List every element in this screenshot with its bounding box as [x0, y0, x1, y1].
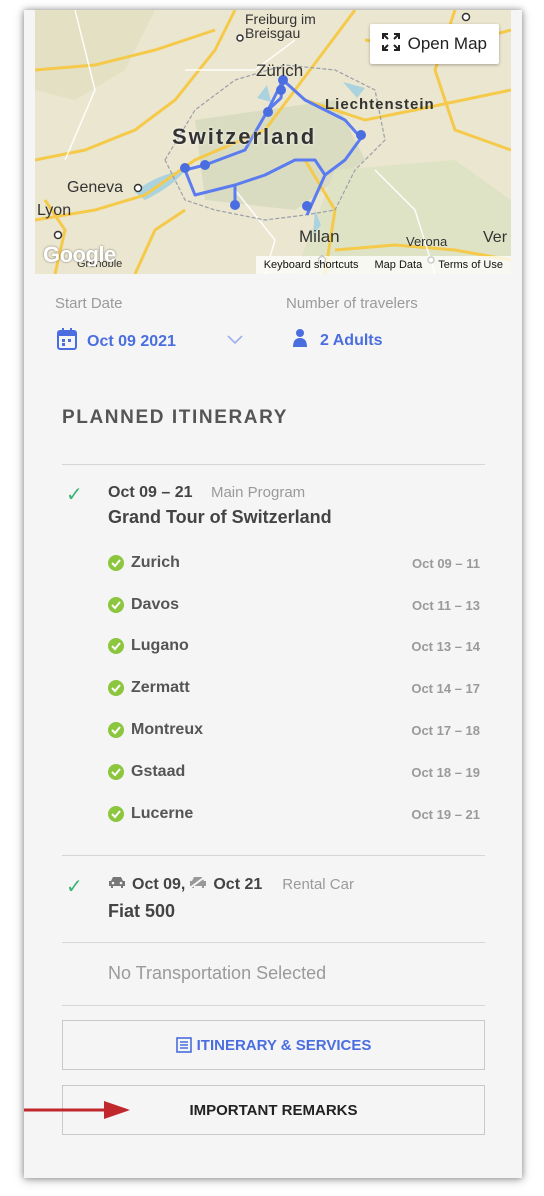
calendar-icon: [57, 328, 77, 355]
itinerary-services-label: ITINERARY & SERVICES: [196, 1036, 372, 1054]
person-icon: [292, 328, 308, 353]
stop-dates: Oct 11 – 13: [412, 597, 480, 613]
itinerary-services-button[interactable]: ITINERARY & SERVICES: [62, 1020, 485, 1070]
check-icon: ✓: [66, 484, 83, 506]
travelers-selector[interactable]: 2 Adults: [292, 328, 383, 353]
map-label-ver: Ver: [483, 229, 508, 246]
map-attribution: Keyboard shortcuts Map Data Terms of Use: [255, 256, 511, 274]
list-item[interactable]: Gstaad Oct 18 – 19: [108, 760, 480, 784]
check-circle-icon: [108, 555, 124, 571]
map-label-freiburg: Freiburg im Breisgau: [245, 11, 316, 41]
car-pickup-date: Oct 09,: [132, 875, 186, 893]
map-label-zurich: Zürich: [256, 61, 304, 80]
terms-of-use-link[interactable]: Terms of Use: [438, 259, 503, 271]
travelers-value: 2 Adults: [320, 331, 383, 349]
check-icon: ✓: [66, 876, 83, 898]
check-circle-icon: [108, 680, 124, 696]
stop-dates: Oct 19 – 21: [411, 806, 480, 822]
check-circle-icon: [108, 806, 124, 822]
fullscreen-icon: [381, 32, 400, 56]
route-map[interactable]: Freiburg im Breisgau Zürich Liechtenstei…: [35, 10, 511, 274]
stop-dates: Oct 13 – 14: [411, 638, 480, 654]
list-item[interactable]: Lucerne Oct 19 – 21: [108, 802, 480, 826]
map-label-verona: Verona: [406, 234, 448, 249]
divider: [62, 942, 485, 943]
keyboard-shortcuts-link[interactable]: Keyboard shortcuts: [264, 259, 359, 271]
divider: [62, 464, 485, 465]
no-transport-text: No Transportation Selected: [108, 963, 327, 983]
start-date-value: Oct 09 2021: [87, 332, 176, 350]
stop-name: Zurich: [131, 554, 180, 571]
open-map-label: Open Map: [407, 34, 487, 53]
chevron-down-icon[interactable]: [227, 332, 243, 350]
stop-name: Lucerne: [131, 805, 194, 822]
stop-name: Lugano: [131, 637, 189, 654]
list-item[interactable]: Davos Oct 11 – 13: [108, 593, 480, 617]
divider: [62, 855, 485, 856]
stop-dates: Oct 09 – 11: [412, 555, 480, 571]
trip-summary-panel: Freiburg im Breisgau Zürich Liechtenstei…: [24, 10, 522, 1178]
map-label-switzerland: Switzerland: [172, 124, 317, 149]
car-meta: Oct 09, Oct 21 Rental Car: [108, 875, 354, 894]
program-dates: Oct 09 – 21: [108, 484, 193, 501]
car-dropoff-icon: [189, 875, 207, 894]
stop-name: Montreux: [131, 721, 203, 738]
stop-dates: Oct 17 – 18: [411, 722, 480, 738]
start-date-label: Start Date: [55, 295, 123, 312]
program-meta: Oct 09 – 21 Main Program: [108, 484, 305, 502]
car-pickup-icon: [108, 875, 126, 894]
check-circle-icon: [108, 638, 124, 654]
arrow-right-icon: [24, 1098, 134, 1127]
open-map-button[interactable]: Open Map: [369, 24, 499, 64]
check-circle-icon: [108, 597, 124, 613]
check-circle-icon: [108, 764, 124, 780]
car-type: Rental Car: [282, 876, 354, 893]
map-label-milan: Milan: [299, 227, 340, 246]
list-item[interactable]: Zermatt Oct 14 – 17: [108, 676, 480, 700]
map-data-link[interactable]: Map Data: [375, 259, 423, 271]
start-date-selector[interactable]: Oct 09 2021: [57, 328, 176, 355]
car-dropoff-date: Oct 21: [213, 875, 263, 893]
stop-dates: Oct 18 – 19: [411, 764, 480, 780]
stop-name: Zermatt: [131, 679, 190, 696]
divider: [62, 1005, 485, 1006]
list-item[interactable]: Montreux Oct 17 – 18: [108, 718, 480, 742]
car-name: Fiat 500: [108, 901, 176, 921]
map-label-liechtenstein: Liechtenstein: [325, 96, 435, 113]
google-logo: Google: [43, 242, 116, 267]
stop-name: Davos: [131, 596, 180, 613]
check-circle-icon: [108, 722, 124, 738]
program-name: Grand Tour of Switzerland: [108, 507, 332, 527]
important-remarks-label: IMPORTANT REMARKS: [189, 1101, 358, 1119]
program-type: Main Program: [210, 484, 306, 501]
stop-name: Gstaad: [131, 763, 186, 780]
list-item[interactable]: Lugano Oct 13 – 14: [108, 634, 480, 658]
list-icon: [175, 1037, 192, 1053]
stop-dates: Oct 14 – 17: [411, 680, 480, 696]
map-label-lyon: Lyon: [37, 202, 72, 219]
map-label-geneva: Geneva: [67, 179, 124, 196]
list-item[interactable]: Zurich Oct 09 – 11: [108, 551, 480, 575]
travelers-label: Number of travelers: [286, 295, 418, 312]
itinerary-title: PLANNED ITINERARY: [62, 407, 289, 428]
